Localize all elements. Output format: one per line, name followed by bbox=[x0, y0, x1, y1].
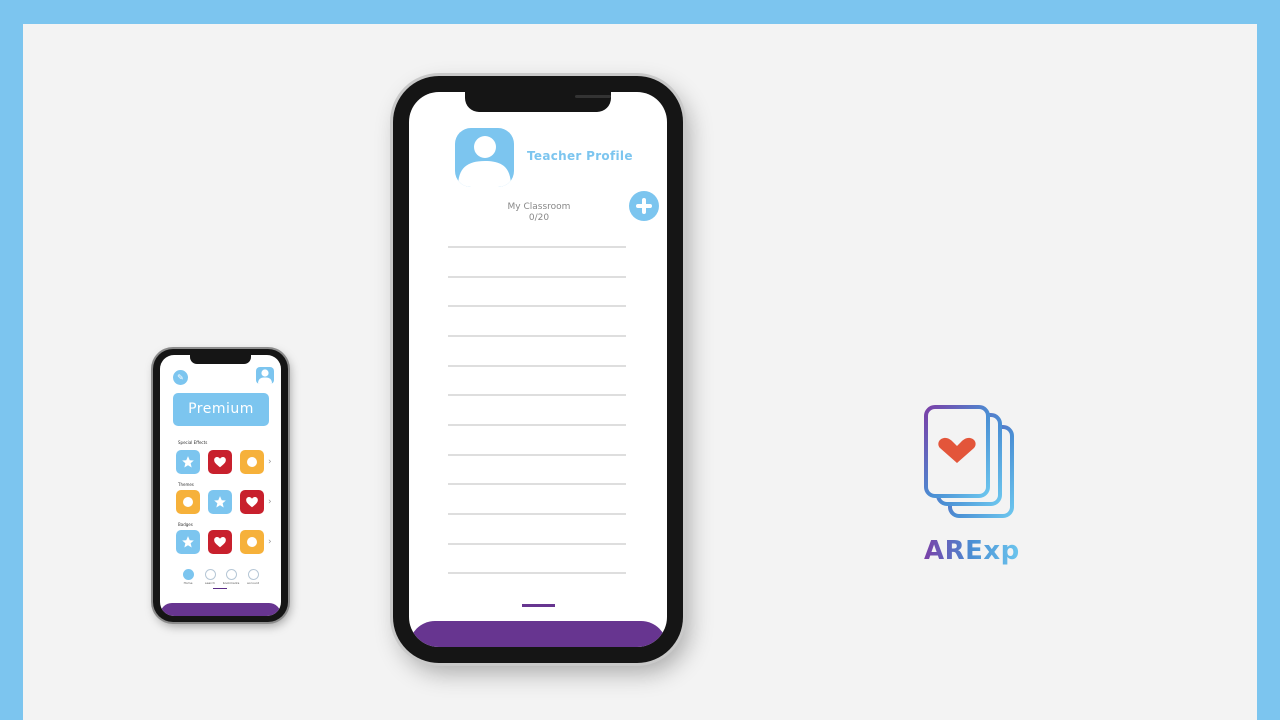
premium-button[interactable]: Premium bbox=[173, 393, 269, 426]
bottom-bar bbox=[160, 603, 281, 616]
student-row[interactable] bbox=[448, 394, 626, 396]
speaker-grille bbox=[575, 95, 611, 98]
nav-label: bookmarks bbox=[222, 581, 240, 585]
brand-name: ARExp bbox=[924, 536, 1020, 566]
section-label: Badges bbox=[178, 522, 193, 527]
heart-tile[interactable] bbox=[208, 450, 232, 474]
student-row[interactable] bbox=[448, 572, 626, 574]
nav-label: Home bbox=[183, 581, 193, 585]
bookmark-icon bbox=[225, 569, 237, 580]
student-row[interactable] bbox=[448, 276, 626, 278]
nav-label: account bbox=[247, 581, 259, 585]
profile-title: Teacher Profile bbox=[527, 149, 633, 163]
student-row[interactable] bbox=[448, 246, 626, 248]
brand-logo: ARExp bbox=[918, 400, 1020, 580]
classroom-label: My Classroom bbox=[507, 202, 571, 212]
small-phone-mockup: ✎ Premium Special Effects › Themes › Bad… bbox=[153, 349, 288, 622]
section-label: Special Effects bbox=[178, 440, 208, 445]
account-icon bbox=[247, 569, 259, 580]
large-phone-mockup: Teacher Profile My Classroom 0/20 bbox=[393, 76, 683, 663]
chevron-right-icon[interactable]: › bbox=[268, 537, 272, 547]
home-indicator bbox=[522, 604, 555, 607]
student-row[interactable] bbox=[448, 543, 626, 545]
student-row[interactable] bbox=[448, 454, 626, 456]
star-tile[interactable] bbox=[176, 530, 200, 554]
star-tile[interactable] bbox=[208, 490, 232, 514]
nav-account[interactable]: account bbox=[244, 569, 262, 585]
student-row[interactable] bbox=[448, 305, 626, 307]
add-student-button[interactable] bbox=[629, 191, 659, 221]
nav-home[interactable]: Home bbox=[179, 569, 197, 585]
nav-search[interactable]: search bbox=[201, 569, 219, 585]
small-phone-screen: ✎ Premium Special Effects › Themes › Bad… bbox=[160, 355, 281, 616]
avatar-icon[interactable] bbox=[256, 367, 274, 384]
circle-tile[interactable] bbox=[176, 490, 200, 514]
classroom-info: My Classroom 0/20 bbox=[489, 202, 589, 224]
student-row[interactable] bbox=[448, 513, 626, 515]
phone-notch bbox=[190, 355, 251, 364]
app-logo-icon[interactable]: ✎ bbox=[173, 370, 188, 385]
chevron-right-icon[interactable]: › bbox=[268, 497, 272, 507]
student-row[interactable] bbox=[448, 335, 626, 337]
phone-notch bbox=[465, 92, 611, 112]
circle-tile[interactable] bbox=[240, 450, 264, 474]
heart-tile[interactable] bbox=[208, 530, 232, 554]
circle-tile[interactable] bbox=[240, 530, 264, 554]
home-icon bbox=[182, 569, 194, 580]
nav-label: search bbox=[205, 581, 215, 585]
search-icon bbox=[204, 569, 216, 580]
nav-bookmarks[interactable]: bookmarks bbox=[222, 569, 240, 585]
stacked-cards-heart-icon bbox=[924, 405, 1014, 518]
student-row[interactable] bbox=[448, 483, 626, 485]
heart-tile[interactable] bbox=[240, 490, 264, 514]
chevron-right-icon[interactable]: › bbox=[268, 457, 272, 467]
student-row[interactable] bbox=[448, 365, 626, 367]
teacher-avatar-icon[interactable] bbox=[455, 128, 514, 187]
bottom-bar bbox=[409, 621, 667, 647]
star-tile[interactable] bbox=[176, 450, 200, 474]
section-label: Themes bbox=[178, 482, 194, 487]
classroom-count: 0/20 bbox=[528, 213, 550, 223]
large-phone-screen: Teacher Profile My Classroom 0/20 bbox=[409, 92, 667, 647]
student-row[interactable] bbox=[448, 424, 626, 426]
home-indicator bbox=[213, 588, 227, 589]
